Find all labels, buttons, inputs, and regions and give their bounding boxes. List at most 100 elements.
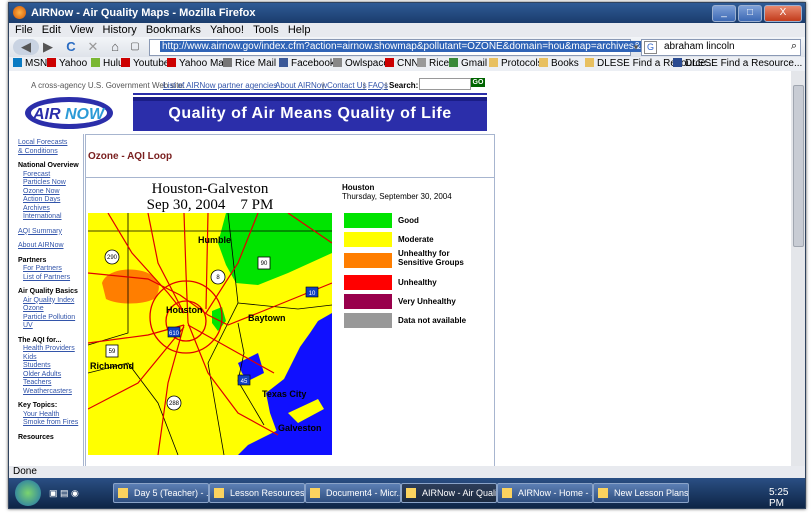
- bookmark-item[interactable]: Yahoo Mail: [167, 58, 228, 69]
- taskbar-label: AIRNow - Home - ...: [518, 488, 593, 498]
- google-icon: G: [644, 41, 657, 54]
- airnow-logo[interactable]: AIR NOW: [23, 92, 133, 131]
- menu-history[interactable]: History: [103, 24, 137, 36]
- legend-swatch: [344, 294, 392, 309]
- legend-label: Data not available: [398, 316, 467, 325]
- bookmark-item[interactable]: Youtube: [121, 58, 169, 69]
- nav-link[interactable]: Ozone Now: [23, 188, 83, 197]
- bookmark-item[interactable]: DLESE Find a Resource...: [673, 58, 802, 69]
- nav-section-title: Resources: [18, 433, 54, 441]
- taskbar-button[interactable]: AIRNow - Air Quali...: [401, 483, 497, 503]
- about-airnow-link[interactable]: About AIRNow: [275, 81, 327, 90]
- nav-link[interactable]: Your Health: [23, 411, 83, 420]
- nav-link[interactable]: Ozone: [23, 305, 83, 314]
- nav-link[interactable]: Air Quality Index: [23, 297, 83, 306]
- ozone-map: Houston-Galveston Sep 30, 2004 7 PM 290 …: [88, 179, 332, 455]
- nav-link[interactable]: Smoke from Fires: [23, 419, 83, 428]
- bookmark-item[interactable]: Yahoo: [47, 58, 87, 69]
- forward-button[interactable]: ▶: [41, 39, 55, 55]
- reload-button[interactable]: C: [63, 39, 79, 55]
- nav-link[interactable]: Weathercasters: [23, 388, 83, 397]
- nav-link[interactable]: Action Days: [23, 196, 83, 205]
- navigation-toolbar: ◀ ▶ C ✕ ⌂ ▢ http://www.airnow.gov/index.…: [9, 37, 805, 57]
- bookmark-item[interactable]: CNN: [385, 58, 419, 69]
- bookmark-label: DLESE Find a Resource...: [685, 58, 803, 69]
- region-date: Thursday, September 30, 2004: [342, 192, 452, 201]
- search-box[interactable]: G abraham lincoln ⌕: [641, 39, 801, 56]
- nav-link[interactable]: For Partners: [23, 265, 83, 274]
- menu-yahoo[interactable]: Yahoo!: [210, 24, 244, 36]
- close-button[interactable]: X: [764, 5, 802, 22]
- bookmark-label: Books: [551, 58, 579, 69]
- status-bar: Done: [9, 466, 805, 478]
- taskbar-button[interactable]: Document4 - Micr...: [305, 483, 401, 503]
- home-icon[interactable]: ⌂: [107, 39, 123, 55]
- local-forecasts-link[interactable]: Local Forecasts & Conditions: [18, 139, 74, 156]
- menu-file[interactable]: File: [15, 24, 33, 36]
- legend-label: Unhealthy: [398, 278, 437, 287]
- legend-label: Unhealthy for Sensitive Groups: [398, 249, 464, 267]
- nav-link[interactable]: Archives: [23, 205, 83, 214]
- maximize-button[interactable]: □: [738, 5, 762, 22]
- bookmark-item[interactable]: Books: [539, 58, 579, 69]
- nav-link[interactable]: Forecast: [23, 171, 83, 180]
- bookmark-icon: [539, 58, 548, 67]
- menu-tools[interactable]: Tools: [253, 24, 279, 36]
- bookmark-item[interactable]: MSN: [13, 58, 47, 69]
- search-icon[interactable]: ⌕: [791, 40, 797, 53]
- map-title: Houston-Galveston Sep 30, 2004 7 PM: [88, 181, 332, 213]
- contact-us-link[interactable]: Contact Us: [327, 81, 367, 90]
- bookmark-label: Protocols: [501, 58, 543, 69]
- nav-link[interactable]: List of Partners: [23, 274, 83, 283]
- nav-link[interactable]: Particles Now: [23, 179, 83, 188]
- minimize-button[interactable]: _: [712, 5, 736, 22]
- nav-link[interactable]: Kids: [23, 354, 83, 363]
- legend-label: Good: [398, 216, 419, 225]
- nav-link[interactable]: Older Adults: [23, 371, 83, 380]
- legend-item: Unhealthy: [344, 275, 484, 292]
- bookmark-item[interactable]: Protocols: [489, 58, 543, 69]
- start-button[interactable]: [15, 480, 41, 506]
- window-title: AIRNow - Air Quality Maps - Mozilla Fire…: [31, 7, 256, 19]
- menu-edit[interactable]: Edit: [42, 24, 61, 36]
- quick-launch-icons[interactable]: ▣ ▤ ◉: [49, 488, 99, 498]
- bookmarks-toolbar: MSN Yahoo Hulu Youtube Yahoo Mail Rice Mail Fa…: [9, 57, 805, 71]
- left-navigation: Local Forecasts & Conditions National Ov…: [17, 134, 84, 466]
- taskbar-button[interactable]: Lesson Resources - ...: [209, 483, 305, 503]
- scrollbar-thumb[interactable]: [793, 85, 804, 247]
- menu-bookmarks[interactable]: Bookmarks: [146, 24, 201, 36]
- taskbar-button[interactable]: Day 5 (Teacher) - ...: [113, 483, 209, 503]
- taskbar-button[interactable]: New Lesson Plans: [593, 483, 689, 503]
- nav-section-title: National Overview: [18, 162, 79, 169]
- bookmark-item[interactable]: Facebook: [279, 58, 335, 69]
- site-search-input[interactable]: [419, 78, 471, 90]
- go-button[interactable]: GO: [471, 78, 485, 87]
- back-button[interactable]: ◀: [13, 39, 39, 55]
- menu-help[interactable]: Help: [288, 24, 311, 36]
- bookmark-item[interactable]: Hulu: [91, 58, 124, 69]
- nav-link[interactable]: Health Providers: [23, 345, 83, 354]
- nav-link[interactable]: Teachers: [23, 379, 83, 388]
- nav-link[interactable]: AQI Summary: [18, 228, 83, 237]
- vertical-scrollbar[interactable]: [791, 71, 805, 466]
- bookmark-item[interactable]: Rice Mail: [223, 58, 276, 69]
- nav-link[interactable]: International: [23, 213, 83, 222]
- nav-link[interactable]: UV: [23, 322, 83, 331]
- bookmark-item[interactable]: Gmail: [449, 58, 487, 69]
- bookmark-item[interactable]: Rice: [417, 58, 449, 69]
- slogan: Quality of Air Means Quality of Life: [168, 105, 452, 122]
- partner-agencies-link[interactable]: List of AIRNow partner agencies: [163, 81, 277, 90]
- nav-link[interactable]: Students: [23, 362, 83, 371]
- menu-view[interactable]: View: [70, 24, 94, 36]
- bookmark-label: Yahoo: [59, 58, 88, 69]
- url-dropdown-icon[interactable]: ▾: [631, 39, 641, 55]
- nav-link[interactable]: About AIRNow: [18, 242, 83, 251]
- main-content: Ozone - AQI Loop Houston-Galveston Sep 3…: [85, 134, 495, 466]
- stop-button[interactable]: ✕: [85, 39, 101, 55]
- legend-item: Good: [344, 213, 484, 230]
- taskbar-button[interactable]: AIRNow - Home - ...: [497, 483, 593, 503]
- url-bar[interactable]: http://www.airnow.gov/index.cfm?action=a…: [149, 39, 758, 56]
- taskbar-label: AIRNow - Air Quali...: [422, 488, 497, 498]
- nav-link[interactable]: Particle Pollution: [23, 314, 83, 323]
- bookmark-item[interactable]: Owlspace: [333, 58, 389, 69]
